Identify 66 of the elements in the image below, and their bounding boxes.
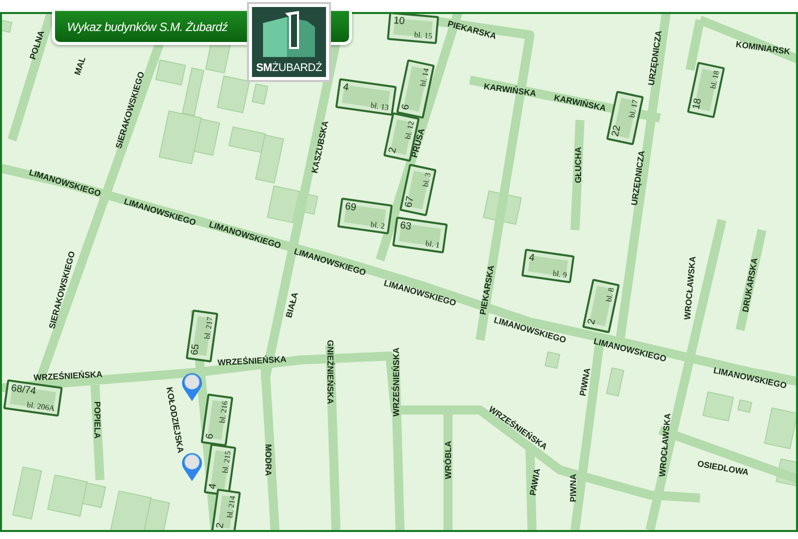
- block-label: bl. 206A: [26, 400, 56, 414]
- block-label: bl. 215: [220, 450, 233, 474]
- map-pin-icon[interactable]: [181, 452, 203, 482]
- block-label: bl. 8: [604, 286, 616, 303]
- building-number: 6: [204, 432, 216, 440]
- building-number: 6: [400, 103, 412, 111]
- building-outline[interactable]: 65 bl. 217: [186, 309, 218, 363]
- building-outline[interactable]: 22 bl. 17: [606, 90, 644, 146]
- street-label: GNIEŹNIEŃSKA: [326, 340, 334, 404]
- block-label: bl. 3: [420, 172, 433, 188]
- street-label: KOMINIARSK: [735, 40, 791, 56]
- building-number: 4: [528, 252, 536, 264]
- block-label: bl. 217: [202, 316, 215, 340]
- block-label: bl. 2: [370, 220, 386, 231]
- block-label: bl. 214: [225, 495, 238, 518]
- building-outline[interactable]: 4 bl. 13: [335, 78, 397, 116]
- block-label: bl. 13: [370, 100, 390, 112]
- street-label: URZĘDNICZA: [630, 150, 646, 206]
- block-label: bl. 14: [418, 67, 430, 88]
- building-number: 69: [344, 201, 357, 214]
- building-number: 18: [690, 97, 704, 111]
- building-number: 65: [189, 343, 202, 356]
- building-number: 4: [207, 482, 219, 490]
- street-label: WRZEŚNIEŃSKA: [217, 354, 287, 368]
- building-number: 22: [610, 124, 624, 138]
- street-label: BIAŁA: [284, 291, 300, 319]
- building-outline[interactable]: 63 bl. 1: [392, 216, 448, 254]
- block-label: bl. 1: [425, 238, 440, 250]
- building-outline[interactable]: 2 bl. 8: [582, 278, 620, 334]
- building-outline[interactable]: 18 bl. 18: [686, 62, 726, 118]
- building-number: 2: [214, 522, 226, 530]
- block-label: bl. 9: [552, 268, 568, 280]
- building-number: 68/74: [10, 382, 37, 398]
- street-label: WROCŁAWSKA: [658, 412, 672, 478]
- building-footprint: [737, 399, 752, 413]
- building-outline[interactable]: 10 bl. 15: [386, 14, 440, 44]
- block-label: bl. 216: [218, 400, 230, 424]
- building-number: 4: [342, 82, 350, 94]
- street-label: MODRA: [264, 444, 272, 476]
- street-label: GŁUCHA: [574, 146, 582, 184]
- street-label: KARWIŃSKA: [483, 82, 537, 98]
- building-outline[interactable]: 69 bl. 2: [337, 198, 393, 234]
- street-label: PAWIA: [528, 468, 542, 496]
- street-label: PIWNA: [578, 367, 592, 397]
- building-outline[interactable]: 67 bl. 3: [399, 164, 437, 216]
- block-label: bl. 18: [708, 70, 722, 90]
- block-label: bl. 17: [627, 98, 640, 119]
- street-label: WRÓBLA: [444, 440, 452, 480]
- building-number: 2: [586, 318, 598, 326]
- street-label: PIWNA: [568, 474, 578, 502]
- building-footprint: [606, 367, 624, 397]
- building-number: 67: [403, 195, 416, 209]
- street-label: WROCŁAWSKA: [683, 256, 697, 320]
- logo-text: SMŻUBARDŹ: [256, 62, 322, 74]
- building-outline[interactable]: 4 bl. 9: [521, 248, 575, 284]
- building-footprint: [544, 351, 560, 369]
- street-label: WRZEŚNIEŃSKA: [392, 348, 400, 416]
- building-footprint: [2, 19, 12, 33]
- building-number: 63: [399, 220, 412, 233]
- street-label: URZĘDNICZA: [646, 30, 664, 86]
- building-outline[interactable]: 68/74 bl. 206A: [3, 379, 63, 417]
- building-number: 2: [386, 146, 399, 154]
- building-number: 10: [393, 15, 406, 28]
- street-label: POPIELA: [92, 401, 102, 439]
- block-label: bl. 15: [414, 30, 433, 41]
- street-label: MAL: [73, 56, 87, 76]
